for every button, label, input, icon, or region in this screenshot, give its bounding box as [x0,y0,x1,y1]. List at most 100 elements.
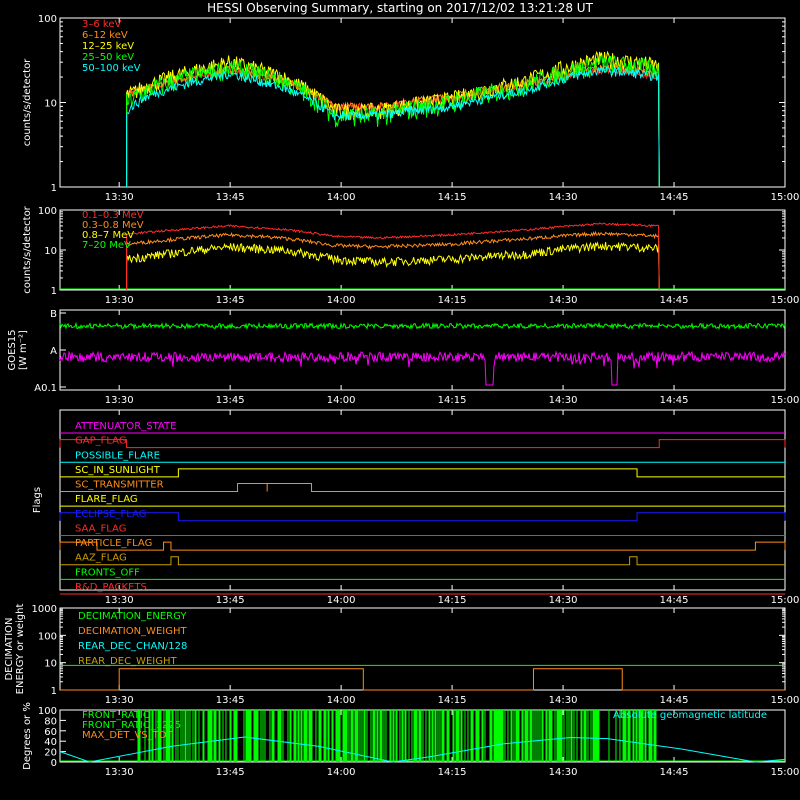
series-line [126,222,660,291]
legend-entry: Absolute geomagnetic latitude [613,710,767,721]
series-line [60,668,785,691]
x-tick-label: 14:15 [438,767,467,778]
legend-entry: DECIMATION_ENERGY [78,611,187,622]
x-tick-label: 15:00 [771,695,800,706]
panel-decim: 13:30 13:45 14:00 14:15 14:30 14:45 15:00 1 10 10… [4,604,799,706]
flag-label: R&D_PACKETS [75,582,147,593]
x-tick-label: 14:45 [660,595,689,606]
flag-label: SC_TRANSMITTER [75,480,164,491]
y-axis-label: GOES15 [7,329,18,370]
x-tick-label: 15:00 [771,395,800,406]
x-tick-label: 14:15 [438,395,467,406]
y-axis-label: DECIMATION [4,617,15,680]
x-tick-label: 14:30 [549,595,578,606]
figure-title: HESSI Observing Summary, starting on 201… [207,1,593,15]
x-tick-label: 14:30 [549,295,578,306]
panel-frame [59,409,786,591]
x-tick-label: 13:45 [216,295,245,306]
legend-entry: REAR_DEC_CHAN/128 [78,641,187,652]
y-tick-label: 10 [44,659,57,670]
panel-goes: 13:30 13:45 14:00 14:15 14:30 14:45 15:00 A0.1 A… [7,309,799,406]
legend-entry: 12–25 keV [82,41,134,52]
y-tick-label: 0 [51,758,57,769]
y-tick-label: 100 [38,206,57,217]
flag-line [59,439,786,449]
x-tick-label: 15:00 [771,595,800,606]
flag-line [59,512,786,522]
x-tick-label: 13:30 [105,595,134,606]
y-tick-label: 20 [44,748,57,759]
x-tick-label: 14:15 [438,295,467,306]
x-tick-label: 13:30 [105,395,134,406]
y-axis-label-2: ENERGY or weight [15,604,26,695]
x-tick-label: 14:00 [327,295,356,306]
flag-label: ECLIPSE_FLAG [75,509,146,520]
x-tick-label: 13:30 [105,295,134,306]
x-tick-label: 15:00 [771,767,800,778]
series-line [126,241,660,291]
legend-entry: 50–100 keV [82,63,141,74]
x-tick-label: 14:30 [549,395,578,406]
flag-label: AAZ_FLAG [75,553,127,564]
legend-entry: 3–6 keV [82,19,121,30]
series-line [126,55,660,188]
hessi-summary-figure: HESSI Observing Summary, starting on 201… [4,1,800,778]
y-axis-label-2: [W m⁻²] [18,330,29,370]
y-tick-label: 10 [44,99,57,110]
flag-line [60,483,785,493]
x-tick-label: 14:00 [327,395,356,406]
y-tick-label: 80 [44,716,57,727]
legend-entry: MAX_DET_VS_TOT [82,730,174,741]
x-tick-label: 13:30 [105,695,134,706]
flag-line [59,541,786,551]
legend-entry: REAR_DEC_WEIGHT [78,656,177,667]
flag-label: GAP_FLAG [75,436,127,447]
x-tick-label: 14:45 [660,192,689,203]
x-tick-label: 14:45 [660,695,689,706]
x-tick-label: 14:45 [660,295,689,306]
x-tick-label: 14:30 [549,767,578,778]
series-line [59,321,786,331]
series-line [126,63,660,188]
x-tick-label: 14:15 [438,695,467,706]
x-tick-label: 14:45 [660,767,689,778]
y-tick-label: B [50,309,57,320]
panel-hi: 13:30 13:45 14:00 14:15 14:30 14:45 15:00 1 10 10… [22,205,799,306]
panel-flags: 13:30 13:45 14:00 14:15 14:30 14:45 15:00 Flags… [32,409,800,606]
flag-label: PARTICLE_FLAG [75,538,152,549]
legend-entry: DECIMATION_WEIGHT [78,626,187,637]
x-tick-label: 14:00 [327,595,356,606]
x-tick-label: 14:45 [660,395,689,406]
x-tick-label: 15:00 [771,192,800,203]
y-tick-label: 1000 [32,604,57,615]
y-tick-label: A0.1 [34,383,57,394]
series-line [126,67,660,188]
panel-frame [59,309,786,391]
y-tick-label: 100 [38,14,57,25]
x-tick-label: 14:00 [327,767,356,778]
y-tick-label: 1 [51,183,57,194]
y-tick-label: 1 [51,686,57,697]
x-tick-label: 13:30 [105,192,134,203]
x-tick-label: 13:45 [216,695,245,706]
legend-entry: 25–50 keV [82,52,134,63]
x-tick-label: 13:45 [216,192,245,203]
x-tick-label: 14:00 [327,695,356,706]
y-axis-label: Flags [32,487,43,513]
y-axis-label: Degrees or % [22,702,33,770]
x-tick-label: 14:00 [327,192,356,203]
x-tick-label: 13:30 [105,767,134,778]
y-tick-label: 10 [44,246,57,257]
flag-line [60,468,785,478]
y-tick-label: 40 [44,737,57,748]
flag-label: SAA_FLAG [75,523,126,534]
y-axis-label: counts/s/detector [22,58,33,146]
panel-lo: 13:30 13:45 14:00 14:15 14:30 14:45 15:00 1 10 10… [22,14,799,203]
series-line [59,350,786,386]
y-tick-label: A [50,346,57,357]
flag-label: FLARE_FLAG [75,494,138,505]
y-axis-label: counts/s/detector [22,205,33,293]
y-tick-label: 60 [44,727,57,738]
y-tick-label: 100 [38,706,57,717]
x-tick-label: 14:30 [549,192,578,203]
